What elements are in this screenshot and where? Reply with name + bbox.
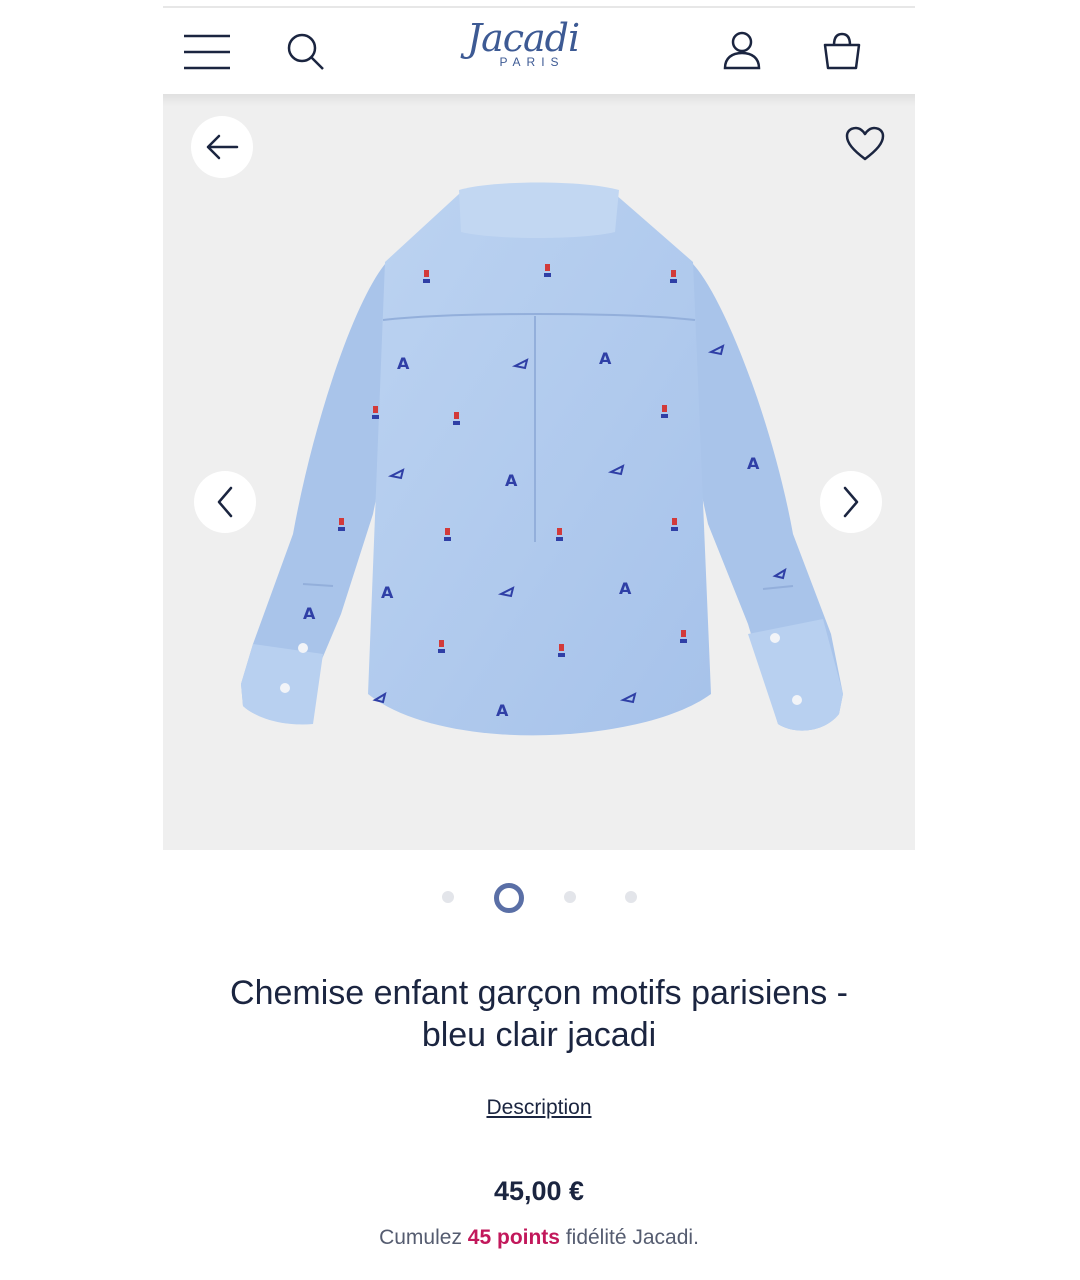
- product-title-line-1: Chemise enfant garçon motifs parisiens -: [230, 974, 848, 1012]
- search-button[interactable]: [281, 28, 331, 76]
- svg-text:A: A: [747, 454, 760, 473]
- heart-icon: [845, 126, 885, 161]
- svg-text:A: A: [619, 579, 632, 598]
- back-button[interactable]: [191, 116, 253, 178]
- product-title: Chemise enfant garçon motifs parisiens -…: [163, 972, 915, 1056]
- product-price: 45,00 €: [493, 1176, 585, 1206]
- loyalty-points-text: Cumulez 45 points fidélité Jacadi.: [163, 1226, 915, 1250]
- svg-text:A: A: [496, 701, 509, 720]
- loyalty-prefix: Cumulez: [379, 1226, 462, 1249]
- brand-logo[interactable]: Jacadi PARIS: [453, 16, 593, 86]
- menu-button[interactable]: [177, 28, 237, 76]
- product-image: A A A A A A A A: [241, 182, 843, 736]
- pagination-dot-2-active[interactable]: [494, 883, 524, 913]
- loyalty-suffix: fidélité Jacadi.: [565, 1226, 699, 1249]
- next-image-button[interactable]: [820, 471, 882, 533]
- svg-text:A: A: [303, 604, 316, 623]
- pagination-dot-3[interactable]: [564, 891, 576, 903]
- hamburger-menu-icon: [184, 34, 230, 70]
- search-icon: [287, 33, 324, 70]
- description-link[interactable]: Description: [163, 1096, 915, 1120]
- shopping-bag-icon: [823, 32, 861, 70]
- product-image-gallery[interactable]: A A A A A A A A: [163, 94, 915, 850]
- shopping-bag-button[interactable]: [815, 26, 869, 76]
- svg-text:A: A: [381, 583, 394, 602]
- arrow-left-icon: [206, 134, 239, 160]
- site-header: Jacadi PARIS: [163, 8, 915, 94]
- page-content: Jacadi PARIS A A A A A A A A Chemise enf…: [163, 0, 915, 1280]
- user-icon: [723, 31, 761, 70]
- pagination-dot-1[interactable]: [442, 891, 454, 903]
- favorite-button[interactable]: [839, 118, 891, 170]
- chevron-right-icon: [843, 486, 859, 518]
- chevron-left-icon: [217, 486, 233, 518]
- account-button[interactable]: [715, 26, 769, 76]
- product-page: Jacadi PARIS A A A A A A A A Chemise enf…: [0, 0, 1080, 1280]
- svg-text:A: A: [599, 349, 612, 368]
- product-title-line-2: bleu clair jacadi: [421, 1016, 657, 1054]
- svg-text:A: A: [505, 471, 518, 490]
- gallery-pagination: [163, 880, 915, 914]
- svg-text:A: A: [397, 354, 410, 373]
- brand-name: Jacadi: [466, 16, 580, 60]
- previous-image-button[interactable]: [194, 471, 256, 533]
- pagination-dot-4[interactable]: [625, 891, 637, 903]
- loyalty-points: 45 points: [467, 1226, 560, 1249]
